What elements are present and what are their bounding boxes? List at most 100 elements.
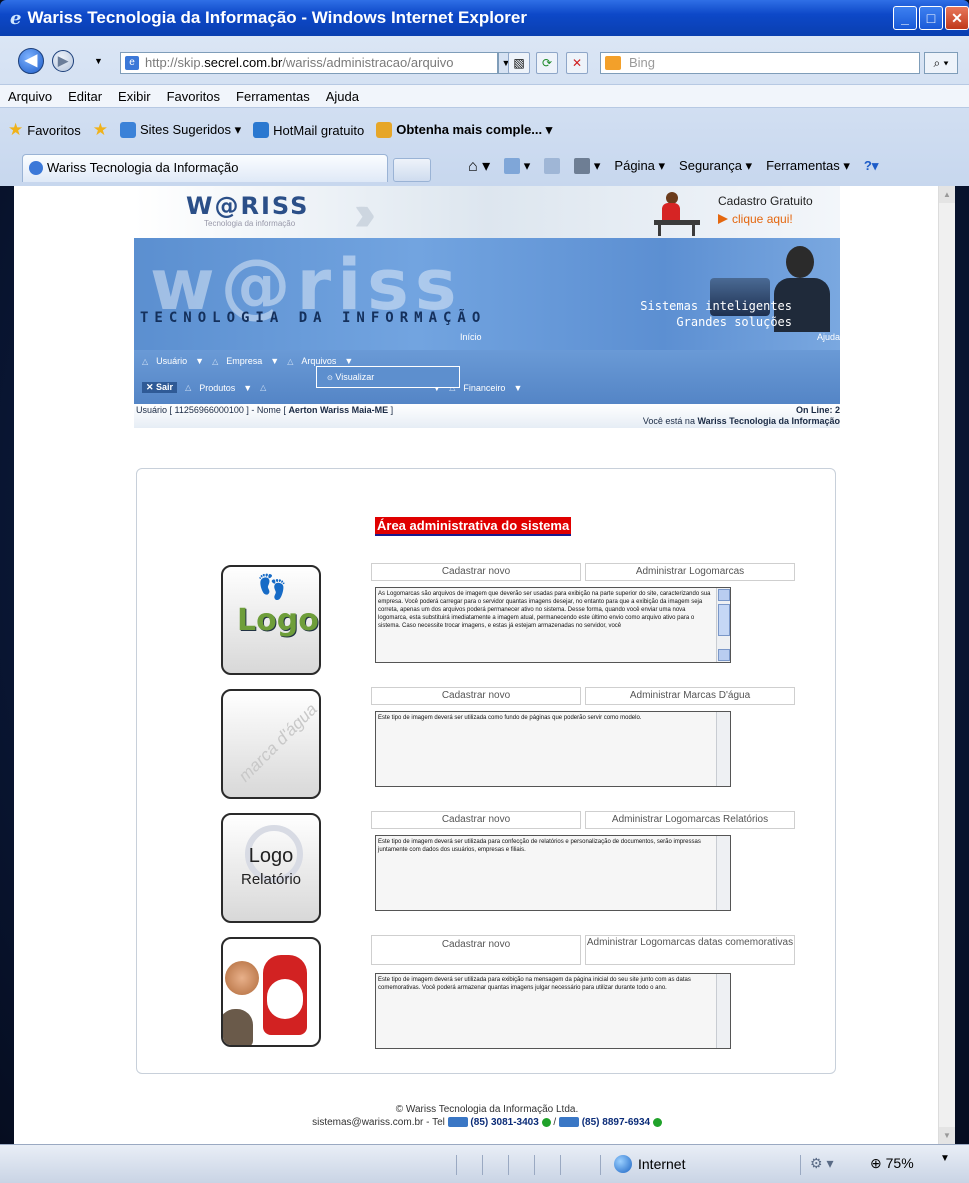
zoom-dropdown-icon[interactable]: ▼ <box>940 1153 950 1164</box>
desk-person-icon <box>654 192 702 236</box>
address-domain: secrel.com.br <box>204 55 283 70</box>
site-banner: w@riss TECNOLOGIA DA INFORMAÇÃO Sistemas… <box>134 238 840 350</box>
help-icon[interactable]: ?▾ <box>864 158 878 174</box>
dropdown-visualizar[interactable]: ⊙ Visualizar <box>316 366 460 388</box>
scroll-up-icon[interactable]: ▲ <box>939 186 955 203</box>
search-input[interactable]: Bing <box>600 52 920 74</box>
maximize-button[interactable]: □ <box>919 6 943 30</box>
command-bar: ⌂ ▾ ▾ ▾ Página ▾ Segurança ▾ Ferramentas… <box>468 156 878 176</box>
clique-aqui-link[interactable]: clique aqui! <box>718 212 793 226</box>
feeds-icon[interactable]: ▾ <box>504 158 530 175</box>
fav-obtenha[interactable]: Obtenha mais comple... ▾ <box>376 122 552 138</box>
menu-produtos[interactable]: Produtos <box>199 383 235 393</box>
new-tab-button[interactable] <box>393 158 431 182</box>
ajuda-link[interactable]: Ajuda <box>817 332 840 342</box>
favorites-bar: ★ Favoritos ★ Sites Sugeridos ▾ HotMail g… <box>0 116 969 144</box>
favorites-button[interactable]: ★ Favoritos <box>8 120 81 140</box>
forward-button[interactable]: ▶ <box>52 50 74 72</box>
fav-hotmail[interactable]: HotMail gratuito <box>253 122 364 138</box>
title-bar: e Wariss Tecnologia da Informação - Wind… <box>0 0 969 36</box>
address-row: ◀ ▶ ▼ e http://skip.secrel.com.br/wariss/… <box>0 44 969 76</box>
print-icon[interactable]: ▾ <box>574 158 600 175</box>
inicio-link[interactable]: Início <box>460 332 482 342</box>
fav-sites-sugeridos[interactable]: Sites Sugeridos ▾ <box>119 122 242 138</box>
cadastrar-logomarca-button[interactable]: Cadastrar novo <box>371 563 581 581</box>
menu-exibir[interactable]: Exibir <box>118 89 151 104</box>
browser-window: e Wariss Tecnologia da Informação - Wind… <box>0 0 969 1183</box>
window-title: Wariss Tecnologia da Informação - Window… <box>27 8 527 27</box>
online-count: On Line: 2 <box>795 405 840 415</box>
page-menu[interactable]: Página ▾ <box>614 158 665 174</box>
slogan-line-2: Grandes soluções <box>676 315 792 329</box>
admin-panel: Área administrativa do sistema Logo 👣 Ca… <box>136 468 836 1074</box>
menu-arquivo[interactable]: Arquivo <box>8 89 52 104</box>
close-button[interactable]: ✕ <box>945 6 969 30</box>
user-bar: Usuário [ 11256966000100 ] - Nome [ Aert… <box>134 404 840 428</box>
address-path: /wariss/administracao/arquivo <box>282 55 454 70</box>
cadastrar-datas-button[interactable]: Cadastrar novo <box>371 935 581 965</box>
cadastrar-marca-dagua-button[interactable]: Cadastrar novo <box>371 687 581 705</box>
marca-dagua-text: marca d'água <box>234 699 321 786</box>
refresh-icon[interactable]: ⟳ <box>536 52 558 74</box>
menu-usuario[interactable]: Usuário <box>156 356 187 366</box>
protected-mode-icon[interactable]: ⚙ ▾ <box>810 1155 833 1172</box>
home-icon[interactable]: ⌂ ▾ <box>468 156 490 176</box>
kiss-photo <box>225 961 259 995</box>
add-favorite-button[interactable]: ★ <box>93 120 108 140</box>
address-bar[interactable]: e http://skip.secrel.com.br/wariss/admini… <box>120 52 498 74</box>
sair-button[interactable]: ✕ Sair <box>142 382 178 393</box>
favorites-label: Favoritos <box>27 122 81 138</box>
back-button[interactable]: ◀ <box>18 48 44 74</box>
dropdown-item-label: Visualizar <box>335 372 375 382</box>
fav-sites-label: Sites Sugeridos ▾ <box>139 122 242 137</box>
menu-arquivos[interactable]: Arquivos <box>301 356 336 366</box>
scroll-down-icon[interactable]: ▼ <box>939 1127 955 1144</box>
small-logo[interactable]: W@RISS <box>186 192 309 220</box>
menu-empresa[interactable]: Empresa <box>226 356 262 366</box>
star-icon: ★ <box>8 120 24 139</box>
menu-ferramentas[interactable]: Ferramentas <box>236 89 310 104</box>
administrar-logomarcas-button[interactable]: Administrar Logomarcas <box>585 563 795 581</box>
search-button[interactable]: ⌕ ▾ <box>924 52 958 74</box>
zoom-label: 75% <box>885 1155 914 1171</box>
phone-2: (85) 8897-6934 <box>581 1117 651 1128</box>
cadastro-gratuito-text: Cadastro Gratuito <box>718 194 813 208</box>
zoom-level[interactable]: ⊕ 75% <box>870 1155 914 1172</box>
minimize-button[interactable]: _ <box>893 6 917 30</box>
datas-comemorativas-image <box>221 937 321 1047</box>
footer-email[interactable]: sistemas@wariss.com.br - Tel <box>312 1117 448 1128</box>
phone-icon <box>447 1117 468 1128</box>
zone-label: Internet <box>638 1156 686 1172</box>
chevrons-decoration: ››› <box>354 186 376 241</box>
slogan-line-1: Sistemas inteligentes <box>640 299 792 313</box>
administrar-datas-button[interactable]: Administrar Logomarcas datas comemorativ… <box>585 935 795 965</box>
tab-wariss[interactable]: Wariss Tecnologia da Informação <box>22 154 388 182</box>
vertical-scrollbar[interactable]: ▲ ▼ <box>938 186 955 1144</box>
security-zone[interactable]: Internet <box>614 1155 685 1173</box>
stop-icon[interactable]: ✕ <box>566 52 588 74</box>
cadastrar-logomarca-relatorio-button[interactable]: Cadastrar novo <box>371 811 581 829</box>
menu-financeiro[interactable]: Financeiro <box>463 383 505 393</box>
administrar-marcas-dagua-button[interactable]: Administrar Marcas D'água <box>585 687 795 705</box>
menu-row-1: △ Usuário ▼ △ Empresa ▼ △ Arquivos ▼ <box>142 356 354 366</box>
location-text: Você está na Wariss Tecnologia da Inform… <box>642 416 840 426</box>
menu-editar[interactable]: Editar <box>68 89 102 104</box>
menu-ajuda[interactable]: Ajuda <box>326 89 359 104</box>
footer-contact: sistemas@wariss.com.br - Tel (85) 3081-3… <box>134 1117 840 1128</box>
mail-icon[interactable] <box>544 158 561 175</box>
add-favorite-icon: ★ <box>92 120 108 139</box>
tab-favicon-icon <box>29 161 43 175</box>
slogan: Sistemas inteligentes Grandes soluções <box>622 298 792 330</box>
tab-label: Wariss Tecnologia da Informação <box>47 160 239 175</box>
compatibility-view-icon[interactable]: ▧ <box>508 52 530 74</box>
search-placeholder: Bing <box>629 55 656 70</box>
tools-menu[interactable]: Ferramentas ▾ <box>766 158 850 174</box>
menu-favoritos[interactable]: Favoritos <box>167 89 220 104</box>
site-menu: △ Usuário ▼ △ Empresa ▼ △ Arquivos ▼ ✕ Sair △ P… <box>134 350 840 404</box>
status-bar: Internet ⚙ ▾ ⊕ 75% ▼ <box>0 1144 969 1183</box>
administrar-logomarcas-relatorios-button[interactable]: Administrar Logomarcas Relatórios <box>585 811 795 829</box>
history-dropdown-icon[interactable]: ▼ <box>94 56 103 66</box>
logo-image: Logo 👣 <box>221 565 321 675</box>
security-menu[interactable]: Segurança ▾ <box>679 158 752 174</box>
logo-relatorio-image: Logo Relatório <box>221 813 321 923</box>
